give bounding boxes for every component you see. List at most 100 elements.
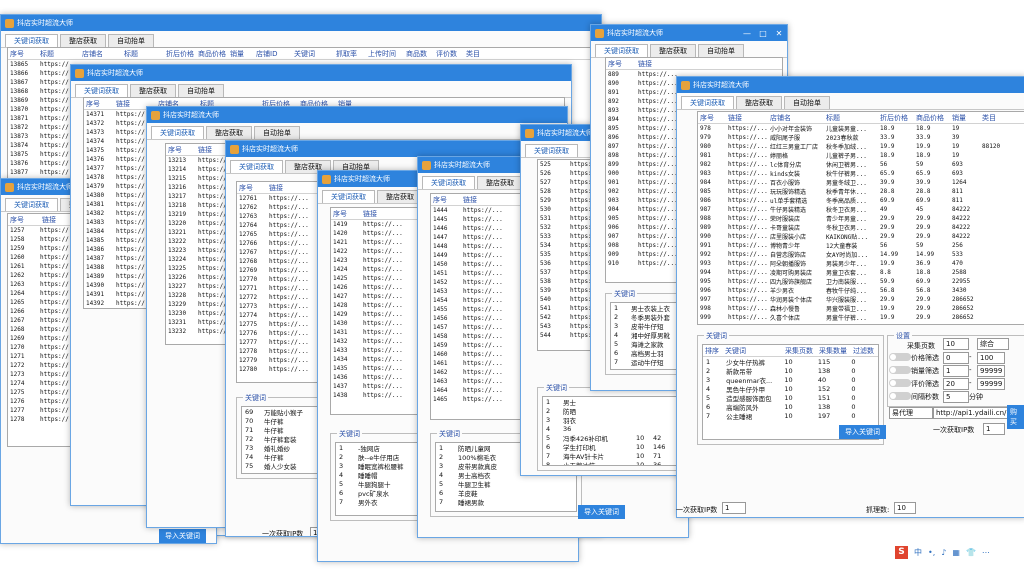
row-link[interactable]: https://... — [361, 221, 405, 228]
row-link[interactable]: https://... — [267, 285, 311, 292]
row-link[interactable]: https://... — [461, 378, 505, 385]
row-link[interactable]: https://... — [361, 275, 405, 282]
table-row[interactable]: 984https://...百衣小服饰男童冬绒卫...39.939.91264童… — [698, 178, 1024, 187]
table-cell[interactable]: https://... — [726, 242, 768, 249]
row-link[interactable]: https://... — [361, 266, 405, 273]
table-cell[interactable]: https://... — [726, 206, 768, 213]
row-link[interactable]: https://... — [461, 324, 505, 331]
tab-keyword[interactable]: 关键词获取 — [595, 44, 648, 57]
row-link[interactable]: https://... — [267, 312, 311, 319]
table-row[interactable]: 988 https://... 荣时服装店 青少年男童... 29.9 29.9 84222… — [698, 214, 1024, 223]
microphone-icon[interactable]: ♪ — [941, 548, 946, 557]
table-row[interactable]: 986 https://... ul单手套精选 冬季高品质... 69.9 69.9 811… — [698, 196, 1024, 205]
keyword-row[interactable]: 7 睡裙男款 — [436, 497, 576, 507]
close-icon[interactable]: ✕ — [771, 29, 787, 38]
tab-keyword[interactable]: 关键词获取 — [75, 84, 128, 97]
tab-auto[interactable]: 自动抬单 — [178, 84, 224, 97]
row-link[interactable]: https://... — [267, 357, 311, 364]
table-cell[interactable]: https://... — [726, 125, 768, 132]
sales-min-input[interactable]: 1 — [943, 365, 969, 377]
row-link[interactable]: https://... — [461, 288, 505, 295]
row-link[interactable]: https://... — [636, 134, 680, 141]
import-keyword-button[interactable]: 导入关键词 — [839, 425, 886, 439]
row-link[interactable]: https://... — [636, 188, 680, 195]
table-row[interactable]: 981https://...婷丽格儿童裤子男...18.918.919童装/婴儿… — [698, 151, 1024, 160]
row-link[interactable]: https://... — [636, 143, 680, 150]
tab-auto[interactable]: 自动抬单 — [108, 34, 154, 47]
row-link[interactable]: https://... — [361, 347, 405, 354]
tab-keyword[interactable]: 关键词获取 — [230, 160, 283, 173]
sales-max-input[interactable]: 99999 — [977, 365, 1005, 377]
tab-keyword[interactable]: 关键词获取 — [525, 144, 578, 157]
row-link[interactable]: https://... — [361, 374, 405, 381]
row-link[interactable]: https://... — [461, 261, 505, 268]
keyword-row[interactable]: 3 羽衣 — [543, 415, 683, 425]
grab-count-input[interactable]: 10 — [894, 502, 916, 514]
language-indicator[interactable]: 中 — [914, 547, 922, 558]
row-link[interactable]: https://... — [461, 387, 505, 394]
row-link[interactable]: https://... — [267, 240, 311, 247]
tab-store[interactable]: 整店获取 — [736, 96, 782, 109]
row-link[interactable]: https://... — [267, 348, 311, 355]
table-row[interactable]: 993https://...阿朵朝播服饰男装男少年...19.936.9470男… — [698, 259, 1024, 268]
tab-auto[interactable]: 自动抬单 — [254, 126, 300, 139]
import-keyword-button[interactable]: 导入关键词 — [578, 505, 625, 519]
row-link[interactable]: https://... — [636, 80, 680, 87]
row-link[interactable]: https://... — [461, 306, 505, 313]
table-cell[interactable]: https://... — [726, 314, 768, 321]
row-link[interactable]: https://... — [461, 207, 505, 214]
table-row[interactable]: 994 https://... 凌期可购男装店 男童卫衣套... 8.8 18.8 2588… — [698, 268, 1024, 277]
row-link[interactable]: https://... — [636, 170, 680, 177]
price-max-input[interactable]: 100 — [977, 352, 1005, 364]
row-link[interactable]: https://... — [267, 195, 311, 202]
comment-filter-toggle[interactable] — [889, 379, 911, 387]
row-link[interactable]: https://... — [461, 333, 505, 340]
table-cell[interactable]: https://... — [726, 287, 768, 294]
keyword-row[interactable]: 7 公主睡裙 10 197 0 — [703, 411, 878, 421]
table-row[interactable]: 978https://...小小对年金装饰儿童装男童...18.918.919童… — [698, 124, 1024, 133]
tab-store[interactable]: 整店获取 — [206, 126, 252, 139]
once-ip-input[interactable]: 1 — [983, 423, 1005, 435]
delay-toggle[interactable] — [889, 392, 911, 400]
punctuation-icon[interactable]: •, — [928, 548, 935, 557]
table-row[interactable]: 985https://...玩玩服饰精选秋季青年休...28.828.8811男… — [698, 187, 1024, 196]
row-link[interactable]: https://... — [636, 233, 680, 240]
table-cell[interactable]: https://... — [726, 251, 768, 258]
table-cell[interactable]: https://... — [726, 197, 768, 204]
table-row[interactable]: 983 https://... kinds女装 秋牛仔裤男... 65.9 65.9 693… — [698, 169, 1024, 178]
table-row[interactable]: 992 https://... 自营恋服饰店 女AY时尚加... 14.99 14.99 5… — [698, 250, 1024, 259]
row-link[interactable]: https://... — [361, 239, 405, 246]
row-link[interactable]: https://... — [636, 197, 680, 204]
tab-keyword[interactable]: 关键词获取 — [322, 190, 375, 203]
tab-store[interactable]: 整店获取 — [60, 34, 106, 47]
table-cell[interactable]: https://... — [726, 278, 768, 285]
row-link[interactable]: https://... — [361, 293, 405, 300]
table-row[interactable]: 987https://...牛仔男装精选秋冬卫衣男...494584222男装>… — [698, 205, 1024, 214]
row-link[interactable]: https://... — [461, 225, 505, 232]
row-link[interactable]: https://... — [461, 360, 505, 367]
row-link[interactable]: https://... — [361, 329, 405, 336]
row-link[interactable]: https://... — [461, 342, 505, 349]
row-link[interactable]: https://... — [636, 206, 680, 213]
table-row[interactable]: 982https://...lc体育分店休闲卫裤男...5659693男装>>卫… — [698, 160, 1024, 169]
maximize-icon[interactable]: □ — [755, 29, 771, 38]
tab-auto[interactable]: 自动抬单 — [698, 44, 744, 57]
table-cell[interactable]: https://... — [726, 224, 768, 231]
row-link[interactable]: https://... — [361, 248, 405, 255]
row-link[interactable]: https://... — [636, 71, 680, 78]
row-link[interactable]: https://... — [267, 213, 311, 220]
row-link[interactable]: https://... — [461, 315, 505, 322]
row-link[interactable]: https://... — [361, 365, 405, 372]
table-cell[interactable]: https://... — [726, 215, 768, 222]
proxy-url-input[interactable]: http://api1.ydaili.cn/... — [933, 407, 1009, 419]
tab-keyword[interactable]: 关键词获取 — [681, 96, 734, 109]
price-filter-toggle[interactable] — [889, 353, 911, 361]
tab-keyword[interactable]: 关键词获取 — [5, 34, 58, 47]
row-link[interactable]: https://... — [636, 161, 680, 168]
row-link[interactable]: https://... — [361, 284, 405, 291]
tab-keyword[interactable]: 关键词获取 — [151, 126, 204, 139]
row-link[interactable]: https://... — [267, 222, 311, 229]
table-row[interactable]: 997 https://... 华润男装个体店 华兴服装服... 29.9 29.9 286… — [698, 295, 1024, 304]
row-link[interactable]: https://... — [267, 276, 311, 283]
row-link[interactable]: https://... — [361, 383, 405, 390]
